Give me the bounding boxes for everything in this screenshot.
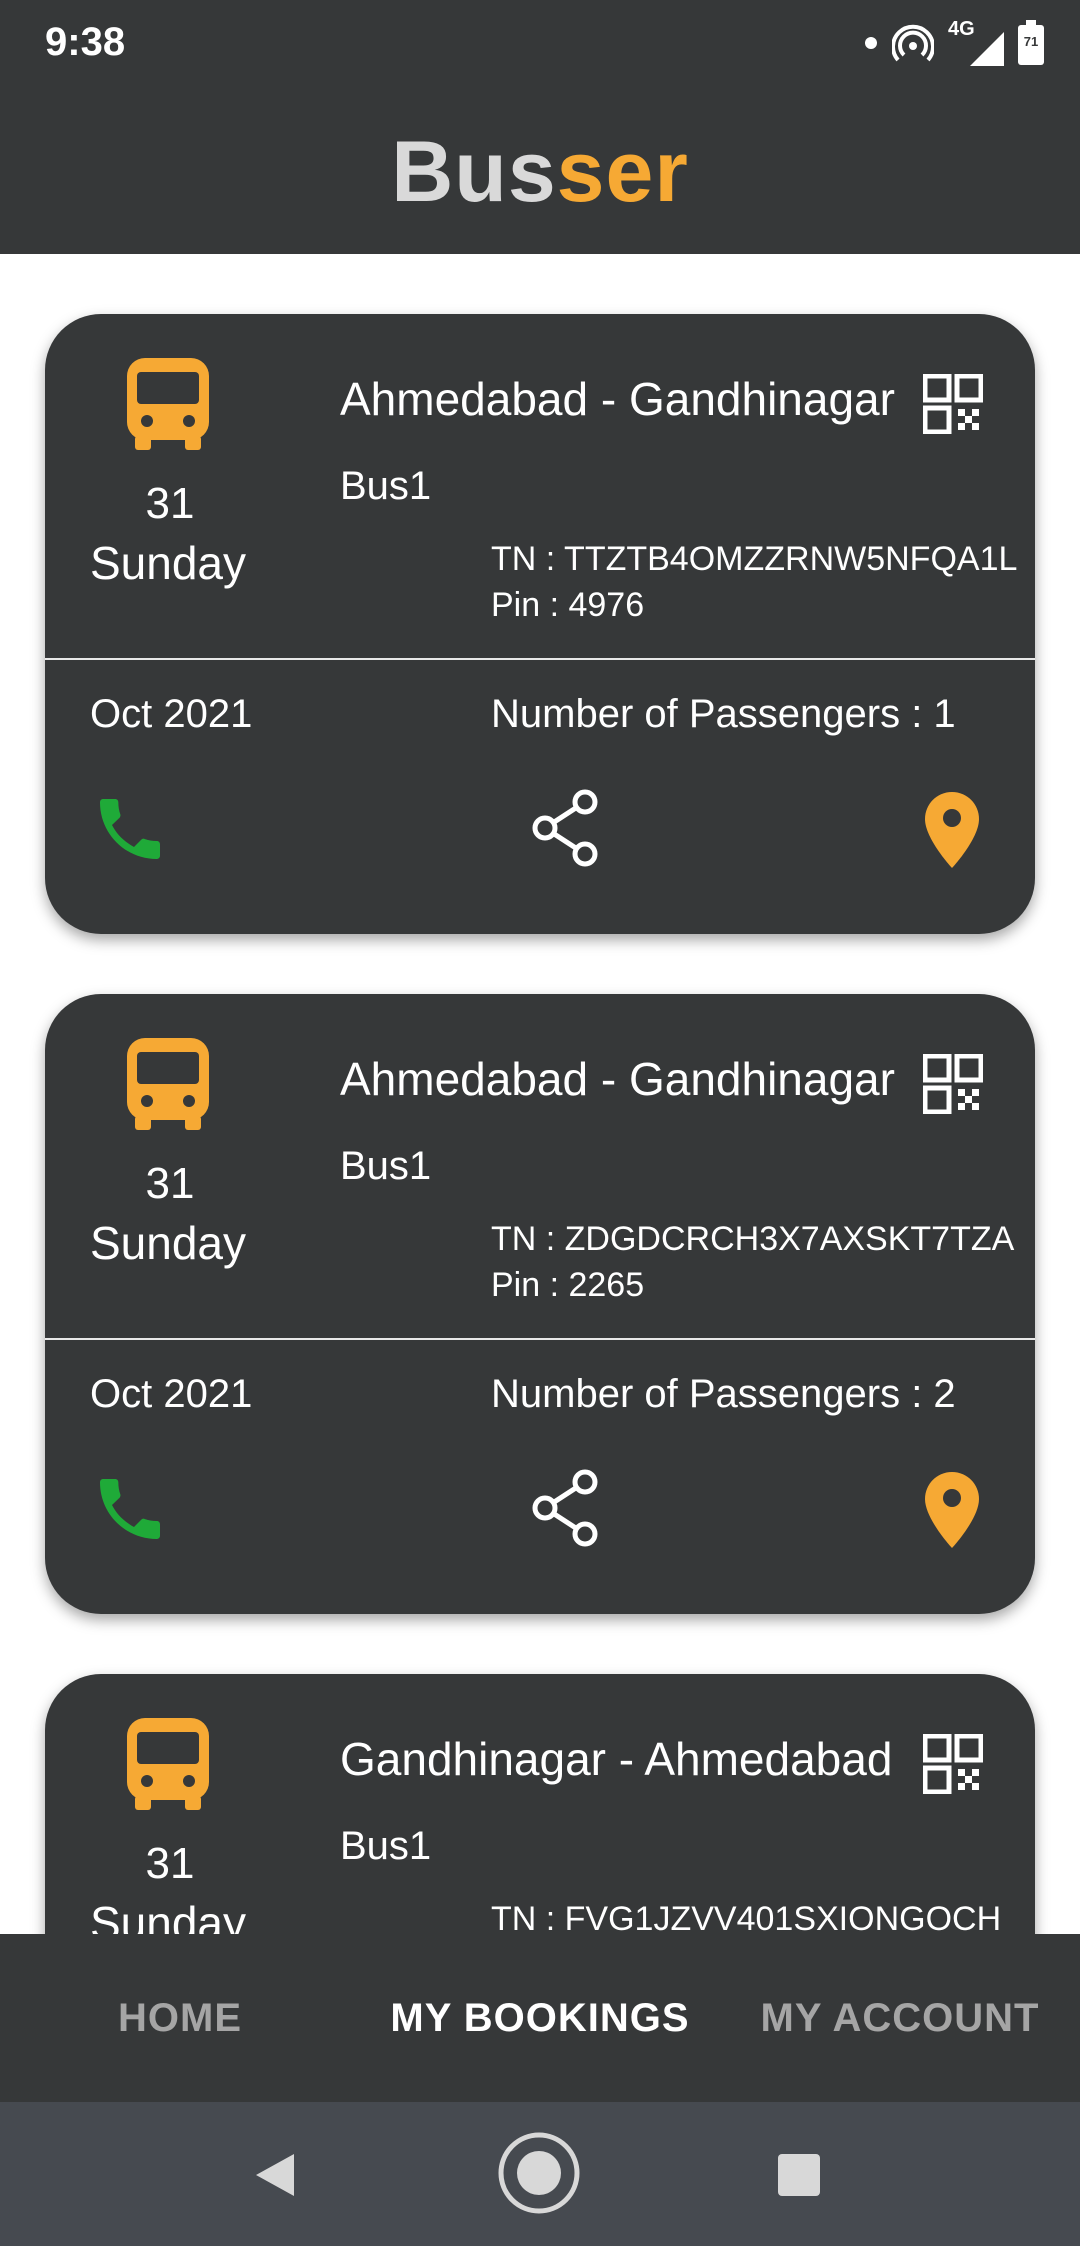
card-divider <box>45 658 1035 660</box>
ticket-number: TN : FVG1JZVV401SXIONGOCH <box>491 1900 1002 1934</box>
route-title: Gandhinagar - Ahmedabad <box>340 1733 893 1785</box>
notification-dot-icon <box>865 37 877 49</box>
status-time: 9:38 <box>45 20 126 64</box>
battery-icon: 71 <box>1018 20 1044 66</box>
month-year: Oct 2021 <box>90 1372 253 1416</box>
location-pin-icon[interactable] <box>923 1470 981 1550</box>
month-year: Oct 2021 <box>90 692 253 736</box>
ticket-number: TN : ZDGDCRCH3X7AXSKT7TZA <box>491 1220 1015 1258</box>
card-divider <box>45 1338 1035 1340</box>
bus-name: Bus1 <box>340 464 432 508</box>
weekday: Sunday <box>90 537 247 589</box>
weekday: Sunday <box>90 1897 247 1934</box>
day-number: 31 <box>145 479 195 528</box>
ticket-pin: Pin : 4976 <box>491 586 645 624</box>
status-icons: 4G 71 <box>864 18 1044 68</box>
battery-level: 71 <box>1023 34 1039 49</box>
route-title: Ahmedabad - Gandhinagar <box>340 1053 895 1105</box>
bus-icon <box>127 1038 209 1130</box>
booking-card[interactable]: 31 Sunday Ahmedabad - Gandhinagar Bus1 T… <box>45 994 1035 1614</box>
phone-icon[interactable] <box>90 1469 170 1549</box>
booking-card[interactable]: 31 Sunday Gandhinagar - Ahmedabad Bus1 T… <box>45 1674 1035 1934</box>
share-icon[interactable] <box>527 1468 603 1548</box>
status-bar: 9:38 4G 71 <box>0 0 1080 90</box>
passenger-count: Number of Passengers : 1 <box>491 692 956 736</box>
ticket-pin: Pin : 2265 <box>491 1266 645 1304</box>
bus-name: Bus1 <box>340 1824 432 1868</box>
location-pin-icon[interactable] <box>923 790 981 870</box>
qr-code-icon[interactable] <box>923 1054 983 1114</box>
ticket-number: TN : TTZTB4OMZZRNW5NFQA1L <box>491 540 1018 578</box>
signal-indicator: 4G <box>948 18 1004 66</box>
qr-code-icon[interactable] <box>923 1734 983 1794</box>
recent-apps-icon[interactable] <box>776 2152 822 2198</box>
signal-icon <box>970 32 1004 66</box>
back-icon[interactable] <box>250 2150 300 2200</box>
bus-name: Bus1 <box>340 1144 432 1188</box>
bottom-nav: HOME MY BOOKINGS MY ACCOUNT <box>0 1934 1080 2102</box>
route-title: Ahmedabad - Gandhinagar <box>340 373 895 425</box>
bus-icon <box>127 358 209 450</box>
booking-card[interactable]: 31 Sunday Ahmedabad - Gandhinagar Bus1 T… <box>45 314 1035 934</box>
bookings-list[interactable]: 31 Sunday Ahmedabad - Gandhinagar Bus1 T… <box>0 254 1080 1934</box>
qr-code-icon[interactable] <box>923 374 983 434</box>
hotspot-icon <box>892 24 934 62</box>
day-number: 31 <box>145 1839 195 1888</box>
tab-my-bookings[interactable]: MY BOOKINGS <box>360 1996 720 2041</box>
tab-my-account[interactable]: MY ACCOUNT <box>720 1996 1080 2041</box>
app-logo: Busser <box>391 123 689 220</box>
bus-icon <box>127 1718 209 1810</box>
home-circle-icon[interactable] <box>496 2130 582 2216</box>
weekday: Sunday <box>90 1217 247 1269</box>
app-bar: Busser <box>0 90 1080 254</box>
day-number: 31 <box>145 1159 195 1208</box>
share-icon[interactable] <box>527 788 603 868</box>
tab-home[interactable]: HOME <box>0 1996 360 2041</box>
phone-icon[interactable] <box>90 789 170 869</box>
system-nav-bar <box>0 2102 1080 2246</box>
passenger-count: Number of Passengers : 2 <box>491 1372 956 1416</box>
